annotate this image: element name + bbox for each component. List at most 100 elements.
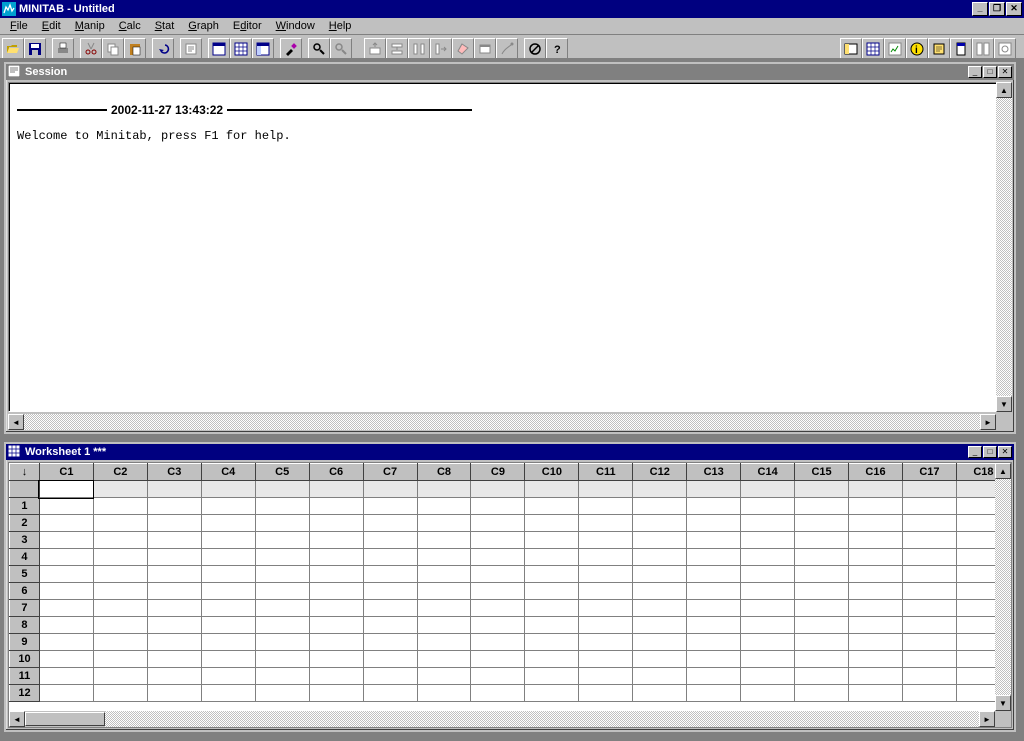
move-columns-button[interactable] <box>430 38 452 59</box>
data-cell[interactable] <box>471 549 525 566</box>
data-cell[interactable] <box>93 600 147 617</box>
data-cell[interactable] <box>633 549 687 566</box>
data-cell[interactable] <box>795 634 849 651</box>
data-cell[interactable] <box>417 600 471 617</box>
data-cell[interactable] <box>579 651 633 668</box>
data-cell[interactable] <box>39 651 93 668</box>
menu-graph[interactable]: Graph <box>182 19 225 33</box>
scroll-right-icon[interactable]: ► <box>980 414 996 430</box>
scroll-track[interactable] <box>105 711 979 727</box>
data-cell[interactable] <box>255 600 309 617</box>
data-cell[interactable] <box>147 583 201 600</box>
column-header[interactable]: C7 <box>363 464 417 481</box>
scroll-right-icon[interactable]: ► <box>979 711 995 727</box>
data-cell[interactable] <box>255 617 309 634</box>
insert-rows-button[interactable] <box>386 38 408 59</box>
worksheet-vertical-scrollbar[interactable]: ▲ ▼ <box>995 463 1011 711</box>
data-cell[interactable] <box>741 617 795 634</box>
data-cell[interactable] <box>741 549 795 566</box>
data-cell[interactable] <box>687 617 741 634</box>
scroll-down-icon[interactable]: ▼ <box>996 396 1012 412</box>
session-titlebar[interactable]: Session _ □ ✕ <box>6 64 1014 80</box>
cancel-button[interactable] <box>524 38 546 59</box>
find-button[interactable] <box>308 38 330 59</box>
session-close-button[interactable]: ✕ <box>998 66 1012 78</box>
data-cell[interactable] <box>201 634 255 651</box>
worksheet-maximize-button[interactable]: □ <box>983 446 997 458</box>
show-related-button[interactable] <box>972 38 994 59</box>
data-cell[interactable] <box>902 617 956 634</box>
data-cell[interactable] <box>795 566 849 583</box>
data-cell[interactable] <box>309 600 363 617</box>
scroll-left-icon[interactable]: ◄ <box>9 711 25 727</box>
data-cell[interactable] <box>363 617 417 634</box>
data-cell[interactable] <box>417 583 471 600</box>
data-cell[interactable] <box>309 532 363 549</box>
column-name-cell[interactable] <box>255 481 309 498</box>
data-cell[interactable] <box>93 532 147 549</box>
data-cell[interactable] <box>741 685 795 702</box>
data-cell[interactable] <box>363 634 417 651</box>
data-cell[interactable] <box>363 600 417 617</box>
restore-button[interactable]: ❐ <box>989 2 1005 16</box>
data-cell[interactable] <box>471 685 525 702</box>
data-cell[interactable] <box>579 685 633 702</box>
menu-calc[interactable]: Calc <box>113 19 147 33</box>
data-cell[interactable] <box>417 566 471 583</box>
session-horizontal-scrollbar[interactable]: ◄ ► <box>8 414 996 430</box>
data-cell[interactable] <box>687 498 741 515</box>
data-cell[interactable] <box>39 634 93 651</box>
data-cell[interactable] <box>363 549 417 566</box>
data-cell[interactable] <box>201 600 255 617</box>
row-header[interactable]: 2 <box>10 515 40 532</box>
data-cell[interactable] <box>309 668 363 685</box>
worksheet-titlebar[interactable]: Worksheet 1 *** _ □ ✕ <box>6 444 1014 460</box>
row-header[interactable]: 7 <box>10 600 40 617</box>
column-header[interactable]: C12 <box>633 464 687 481</box>
data-cell[interactable] <box>255 583 309 600</box>
data-cell[interactable] <box>363 651 417 668</box>
data-cell[interactable] <box>201 617 255 634</box>
data-cell[interactable] <box>201 566 255 583</box>
data-cell[interactable] <box>309 549 363 566</box>
row-header[interactable]: 12 <box>10 685 40 702</box>
row-header[interactable]: 1 <box>10 498 40 515</box>
data-cell[interactable] <box>201 498 255 515</box>
data-cell[interactable] <box>147 566 201 583</box>
column-name-cell[interactable] <box>147 481 201 498</box>
brush-button[interactable] <box>280 38 302 59</box>
data-cell[interactable] <box>579 549 633 566</box>
data-cell[interactable] <box>902 600 956 617</box>
data-cell[interactable] <box>525 668 579 685</box>
data-cell[interactable] <box>795 498 849 515</box>
data-cell[interactable] <box>255 651 309 668</box>
column-name-cell[interactable] <box>309 481 363 498</box>
undo-button[interactable] <box>152 38 174 59</box>
data-cell[interactable] <box>795 532 849 549</box>
data-cell[interactable] <box>201 651 255 668</box>
data-cell[interactable] <box>849 668 903 685</box>
data-cell[interactable] <box>255 566 309 583</box>
column-header[interactable]: C6 <box>309 464 363 481</box>
data-cell[interactable] <box>849 515 903 532</box>
column-header[interactable]: C16 <box>849 464 903 481</box>
data-cell[interactable] <box>471 532 525 549</box>
print-button[interactable] <box>52 38 74 59</box>
data-cell[interactable] <box>39 498 93 515</box>
data-cell[interactable] <box>309 617 363 634</box>
previous-command-button[interactable] <box>180 38 202 59</box>
column-name-cell[interactable] <box>795 481 849 498</box>
worksheet-window-button[interactable] <box>230 38 252 59</box>
column-name-cell[interactable] <box>39 481 93 498</box>
data-cell[interactable] <box>902 532 956 549</box>
data-cell[interactable] <box>849 549 903 566</box>
data-cell[interactable] <box>687 549 741 566</box>
data-cell[interactable] <box>633 566 687 583</box>
column-header[interactable]: C2 <box>93 464 147 481</box>
data-cell[interactable] <box>255 634 309 651</box>
data-cell[interactable] <box>417 651 471 668</box>
show-report-button[interactable] <box>950 38 972 59</box>
data-cell[interactable] <box>309 634 363 651</box>
data-cell[interactable] <box>579 600 633 617</box>
data-cell[interactable] <box>849 651 903 668</box>
